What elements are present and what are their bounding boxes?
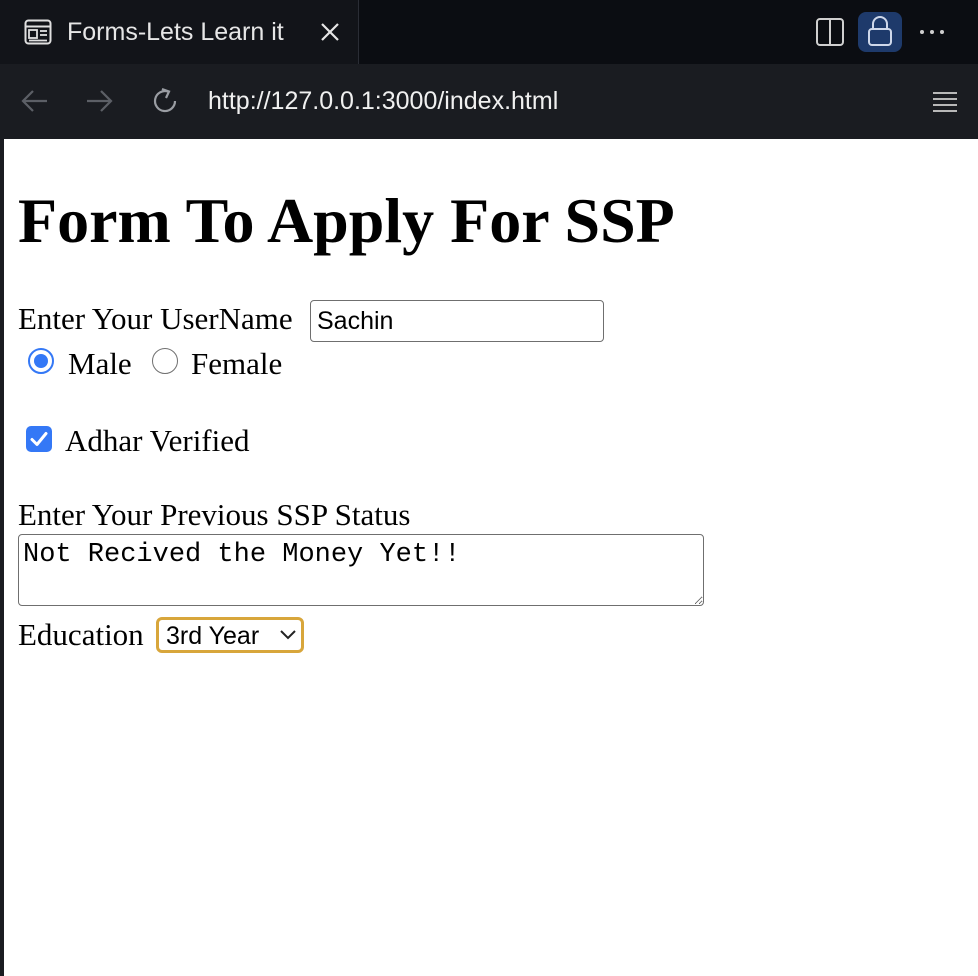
arrow-left-icon[interactable] bbox=[18, 84, 52, 118]
more-button[interactable] bbox=[910, 12, 954, 52]
education-label: Education bbox=[18, 617, 144, 652]
menu-icon[interactable] bbox=[929, 86, 961, 118]
female-label: Female bbox=[191, 346, 283, 381]
male-label: Male bbox=[68, 346, 132, 381]
username-label: Enter Your UserName bbox=[18, 301, 293, 336]
username-input[interactable] bbox=[310, 300, 604, 342]
status-label: Enter Your Previous SSP Status bbox=[18, 497, 411, 532]
checkmark-icon bbox=[30, 432, 48, 446]
split-view-button[interactable] bbox=[808, 12, 852, 52]
adhar-checkbox[interactable] bbox=[26, 426, 52, 452]
page-icon bbox=[24, 19, 52, 45]
education-select[interactable]: 3rd Year bbox=[156, 617, 304, 653]
tab-bar: Forms-Lets Learn it bbox=[0, 0, 978, 64]
address-bar[interactable]: http://127.0.0.1:3000/index.html bbox=[208, 83, 558, 119]
window-edge bbox=[0, 139, 4, 976]
arrow-right-icon[interactable] bbox=[82, 84, 116, 118]
more-icon bbox=[920, 30, 944, 34]
browser-tab[interactable]: Forms-Lets Learn it bbox=[0, 0, 359, 64]
close-icon[interactable] bbox=[318, 20, 342, 44]
split-view-icon bbox=[816, 18, 844, 46]
lock-icon bbox=[868, 16, 892, 46]
female-radio[interactable] bbox=[152, 348, 178, 374]
navigation-bar: http://127.0.0.1:3000/index.html bbox=[0, 64, 978, 139]
status-textarea[interactable]: Not Recived the Money Yet!! bbox=[18, 534, 704, 606]
page-title: Form To Apply For SSP bbox=[18, 185, 675, 256]
chevron-down-icon bbox=[280, 630, 296, 640]
lock-button[interactable] bbox=[858, 12, 902, 52]
male-radio[interactable] bbox=[28, 348, 54, 374]
adhar-label: Adhar Verified bbox=[65, 423, 250, 458]
reload-icon[interactable] bbox=[148, 84, 182, 118]
tab-title: Forms-Lets Learn it bbox=[67, 18, 284, 46]
education-selected-value: 3rd Year bbox=[166, 622, 260, 650]
